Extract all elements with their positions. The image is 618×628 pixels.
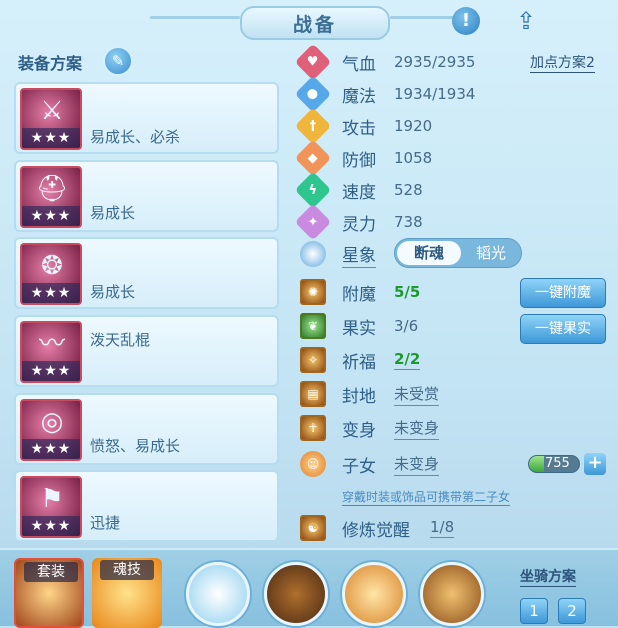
share-icon[interactable]: ⇪ — [510, 8, 542, 34]
skill-warrior-icon[interactable] — [264, 562, 328, 626]
fruit-value: 3/6 — [394, 317, 419, 335]
skill-shield-icon[interactable] — [420, 562, 484, 626]
mount-plan-1-button[interactable]: 1 — [520, 598, 548, 624]
equipment-label: 泼天乱棍 — [90, 331, 151, 349]
heart-icon: ♥ — [294, 43, 332, 81]
hp-label: 气血 — [342, 54, 376, 75]
atk-label: 攻击 — [342, 118, 376, 139]
child-label: 子女 — [342, 456, 376, 477]
atk-value: 1920 — [394, 117, 433, 135]
enchant-value: 5/5 — [394, 283, 421, 301]
blessing-icon: ✧ — [300, 347, 326, 373]
skill-fist-icon[interactable] — [342, 562, 406, 626]
attack-icon: † — [294, 107, 332, 145]
equipment-panel: 装备方案 ✎ ⚔ ★★★ 易成长、必杀 ⛑ ★★★ 易成长 ❂ ★★★ 易成长 〰 ★★… — [8, 44, 288, 544]
enchant-label: 附魔 — [342, 284, 376, 305]
skill-palm-icon[interactable] — [186, 562, 250, 626]
equipment-label: 易成长 — [90, 283, 136, 301]
child-exp-fill — [529, 456, 544, 472]
fruit-label: 果实 — [342, 318, 376, 339]
fruit-icon: ❦ — [300, 313, 326, 339]
title-ornament — [150, 16, 240, 19]
cultivation-value[interactable]: 1/8 — [430, 518, 455, 538]
tab-equipment-set[interactable]: 套装 — [14, 558, 84, 628]
equipment-label: 易成长、必杀 — [90, 128, 181, 146]
child-icon: ☺ — [300, 451, 326, 477]
mp-value: 1934/1934 — [394, 85, 476, 103]
helmet-icon: ⛑ ★★★ — [20, 166, 82, 228]
defense-icon: ◆ — [294, 139, 332, 177]
bless-label: 祈福 — [342, 352, 376, 373]
bless-value[interactable]: 2/2 — [394, 350, 421, 370]
sword-icon: ⚔ ★★★ — [20, 88, 82, 150]
boots-icon: ⚑ ★★★ — [20, 476, 82, 538]
equipment-slot[interactable]: ❂ ★★★ 易成长 — [14, 237, 279, 309]
fief-value[interactable]: 未受赏 — [394, 383, 440, 406]
star-sign-label[interactable]: 星象 — [342, 241, 376, 268]
spd-value: 528 — [394, 181, 423, 199]
child-exp-value: 755 — [545, 456, 570, 471]
equipment-label: 愤怒、易成长 — [90, 437, 181, 455]
spi-value: 738 — [394, 213, 423, 231]
equipment-slot[interactable]: 〰 ★★★ 泼天乱棍 — [14, 315, 279, 387]
child-exp-bar: 755 — [528, 455, 580, 473]
mp-label: 魔法 — [342, 86, 376, 107]
child-value[interactable]: 未变身 — [394, 453, 440, 476]
equipment-slot[interactable]: ⚑ ★★★ 迅捷 — [14, 470, 279, 542]
staff-icon: 〰 ★★★ — [20, 321, 82, 383]
star-option[interactable]: 韬光 — [461, 241, 521, 265]
transform-label: 变身 — [342, 420, 376, 441]
transform-value[interactable]: 未变身 — [394, 417, 440, 440]
star-option-selected[interactable]: 断魂 — [397, 241, 461, 265]
spd-label: 速度 — [342, 182, 376, 203]
equipment-slot[interactable]: ⛑ ★★★ 易成长 — [14, 160, 279, 232]
info-icon[interactable]: ! — [452, 7, 480, 35]
spi-label: 灵力 — [342, 214, 376, 235]
edit-icon[interactable]: ✎ — [103, 46, 133, 76]
enchant-icon: ✺ — [300, 279, 326, 305]
def-value: 1058 — [394, 149, 433, 167]
attribute-panel: 加点方案2 ♥ 气血 2935/2935 ● 魔法 1934/1934 † 攻击… — [290, 43, 612, 544]
one-click-fruit-button[interactable]: 一键果实 — [520, 314, 606, 344]
equipment-slot[interactable]: ⚔ ★★★ 易成长、必杀 — [14, 82, 279, 154]
equipment-plan-title: 装备方案 — [18, 54, 83, 73]
bottom-toolbar: 套装 魂技 坐骑方案 1 2 — [0, 548, 618, 628]
hp-value: 2935/2935 — [394, 53, 476, 71]
cultivation-label: 修炼觉醒 — [342, 520, 410, 541]
second-child-hint[interactable]: 穿戴时装或饰品可携带第二子女 — [342, 488, 511, 506]
necklace-icon: ❂ ★★★ — [20, 243, 82, 305]
one-click-enchant-button[interactable]: 一键附魔 — [520, 278, 606, 308]
cultivation-icon: ☯ — [300, 515, 326, 541]
equipment-slot[interactable]: ◎ ★★★ 愤怒、易成长 — [14, 393, 279, 465]
fief-label: 封地 — [342, 386, 376, 407]
transform-icon: ☥ — [300, 415, 326, 441]
mount-plan-title: 坐骑方案 — [520, 566, 576, 587]
star-sign-icon — [300, 241, 326, 267]
equipment-label: 迅捷 — [90, 514, 121, 532]
tab-soul-skill[interactable]: 魂技 — [92, 558, 162, 628]
add-exp-button[interactable]: + — [584, 453, 606, 475]
fief-icon: ▤ — [300, 381, 326, 407]
mana-icon: ● — [294, 75, 332, 113]
attribute-plan-link[interactable]: 加点方案2 — [530, 52, 595, 73]
def-label: 防御 — [342, 150, 376, 171]
equipment-label: 易成长 — [90, 204, 136, 222]
spirit-icon: ✦ — [294, 203, 332, 241]
belt-icon: ◎ ★★★ — [20, 399, 82, 461]
mount-plan-2-button[interactable]: 2 — [558, 598, 586, 624]
star-sign-toggle[interactable]: 断魂 韬光 — [394, 238, 522, 268]
speed-icon: ϟ — [294, 171, 332, 209]
page-title: 战备 — [240, 6, 390, 40]
